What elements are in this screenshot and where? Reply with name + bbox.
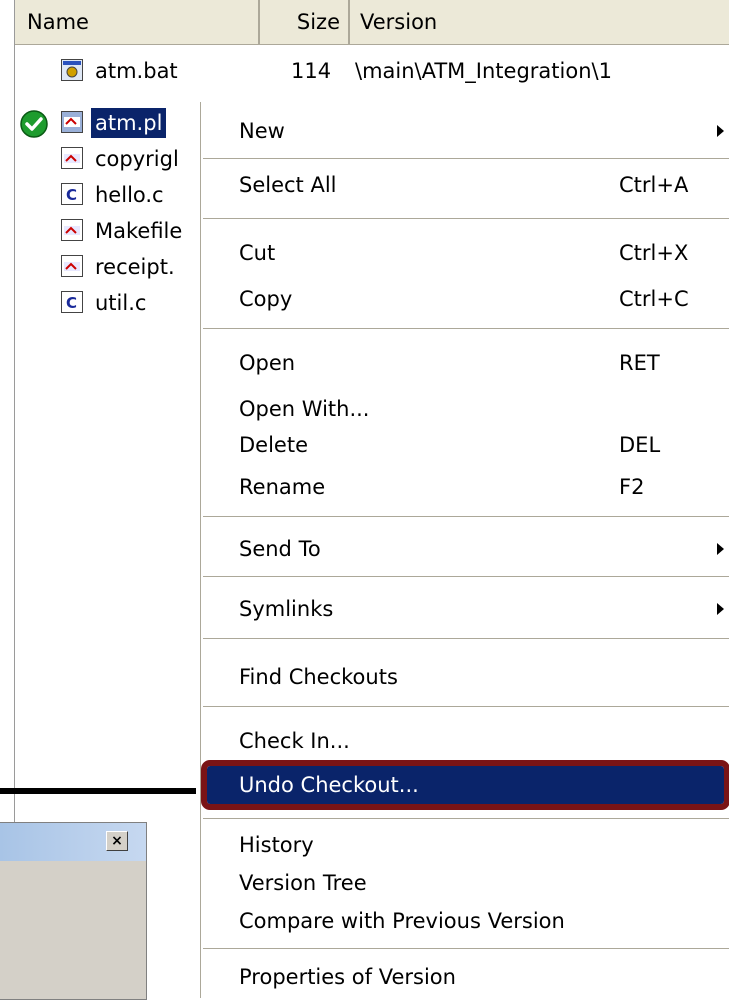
context-menu: New Select All Ctrl+A Cut Ctrl+X Copy Ct…	[200, 102, 729, 998]
menu-item-select-all[interactable]: Select All Ctrl+A	[201, 166, 729, 204]
svg-text:C: C	[66, 186, 77, 204]
svg-text:C: C	[66, 294, 77, 312]
menu-item-label: Find Checkouts	[239, 665, 398, 689]
menu-item-shortcut: DEL	[619, 433, 661, 457]
checked-out-check-icon	[20, 110, 48, 138]
menu-item-label: Version Tree	[239, 871, 367, 895]
batch-file-icon	[61, 59, 83, 81]
file-name: atm.pl	[91, 108, 167, 138]
menu-item-check-in[interactable]: Check In...	[201, 722, 729, 760]
file-name: copyrigl	[95, 147, 179, 171]
menu-item-label: Open	[239, 351, 296, 375]
perl-file-icon	[61, 111, 83, 133]
c-file-icon: C	[61, 183, 83, 205]
menu-item-label: Properties of Version	[239, 965, 456, 989]
menu-item-label: Symlinks	[239, 597, 334, 621]
dialog-title-bar[interactable]: ×	[0, 823, 146, 861]
menu-item-label: Rename	[239, 475, 326, 499]
text-file-icon	[61, 147, 83, 169]
menu-item-open[interactable]: Open RET	[201, 344, 729, 382]
file-name: hello.c	[95, 183, 164, 207]
file-row[interactable]: Makefile	[61, 216, 201, 246]
menu-item-rename[interactable]: Rename F2	[201, 468, 729, 506]
close-icon[interactable]: ×	[106, 831, 128, 851]
menu-item-label: New	[239, 119, 285, 143]
file-name: Makefile	[95, 219, 183, 243]
menu-item-find-checkouts[interactable]: Find Checkouts	[201, 658, 729, 696]
column-header-name[interactable]: Name	[15, 0, 260, 44]
dialog-window: ×	[0, 822, 147, 1000]
file-name: util.c	[95, 291, 147, 315]
menu-item-send-to[interactable]: Send To	[201, 530, 729, 568]
menu-item-undo-checkout[interactable]: Undo Checkout...	[201, 760, 729, 810]
file-size: 114	[291, 59, 332, 83]
column-header-size[interactable]: Size	[260, 0, 350, 44]
file-row-selected[interactable]: atm.pl	[61, 108, 201, 138]
file-name: atm.bat	[95, 59, 178, 83]
menu-item-label: History	[239, 833, 314, 857]
file-row[interactable]: receipt.	[61, 252, 201, 282]
menu-item-shortcut: Ctrl+A	[619, 173, 689, 197]
menu-item-history[interactable]: History	[201, 826, 729, 864]
menu-separator	[203, 948, 729, 950]
menu-separator	[203, 218, 729, 220]
menu-item-copy[interactable]: Copy Ctrl+C	[201, 280, 729, 318]
menu-item-label: Undo Checkout...	[239, 773, 419, 797]
menu-item-symlinks[interactable]: Symlinks	[201, 590, 729, 628]
menu-item-delete[interactable]: Delete DEL	[201, 426, 729, 464]
menu-separator	[203, 706, 729, 708]
column-header-bar: Name Size Version	[15, 0, 729, 45]
menu-item-label: Select All	[239, 173, 337, 197]
menu-item-open-with[interactable]: Open With...	[201, 390, 729, 428]
c-file-icon: C	[61, 291, 83, 313]
file-row[interactable]: C hello.c	[61, 180, 201, 210]
submenu-arrow-icon	[717, 603, 724, 615]
menu-item-label: Cut	[239, 241, 276, 265]
menu-separator	[203, 516, 729, 518]
submenu-arrow-icon	[717, 543, 724, 555]
menu-separator	[203, 328, 729, 330]
callout-connector	[0, 788, 196, 794]
menu-item-label: Check In...	[239, 729, 350, 753]
file-name: receipt.	[95, 255, 175, 279]
menu-item-cut[interactable]: Cut Ctrl+X	[201, 234, 729, 272]
text-file-icon	[61, 255, 83, 277]
menu-item-label: Open With...	[239, 397, 370, 421]
menu-item-properties-of-version[interactable]: Properties of Version	[201, 958, 729, 996]
menu-separator	[203, 638, 729, 640]
column-header-version[interactable]: Version	[350, 0, 729, 44]
text-file-icon	[61, 219, 83, 241]
menu-item-shortcut: Ctrl+X	[619, 241, 689, 265]
menu-separator	[203, 818, 729, 820]
file-row[interactable]: copyrigl	[61, 144, 201, 174]
menu-item-version-tree[interactable]: Version Tree	[201, 864, 729, 902]
menu-item-label: Copy	[239, 287, 293, 311]
menu-item-compare-previous[interactable]: Compare with Previous Version	[201, 902, 729, 940]
menu-item-label: Delete	[239, 433, 308, 457]
menu-item-label: Send To	[239, 537, 321, 561]
file-row[interactable]: C util.c	[61, 288, 201, 318]
file-row[interactable]: atm.bat 114 \main\ATM_Integration\1	[61, 56, 721, 86]
menu-item-shortcut: F2	[619, 475, 645, 499]
menu-separator	[203, 158, 729, 160]
menu-item-new[interactable]: New	[201, 112, 729, 150]
menu-item-shortcut: RET	[619, 351, 660, 375]
submenu-arrow-icon	[717, 125, 724, 137]
menu-item-shortcut: Ctrl+C	[619, 287, 689, 311]
file-version: \main\ATM_Integration\1	[355, 59, 612, 83]
menu-separator	[203, 576, 729, 578]
menu-item-label: Compare with Previous Version	[239, 909, 565, 933]
